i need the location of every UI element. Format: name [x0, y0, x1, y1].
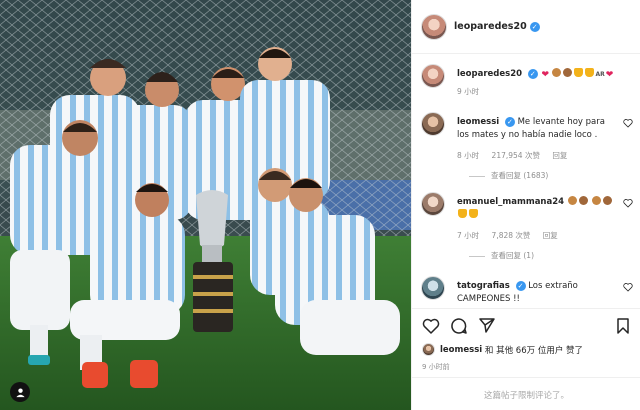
comment-username[interactable]: emanuel_mammana24 [457, 197, 564, 207]
post-header: leoparedes20 ✓ [412, 0, 640, 54]
red-heart-emoji-icon: ❤ [605, 70, 614, 80]
bookmark-icon[interactable] [614, 317, 632, 335]
send-icon[interactable] [478, 317, 496, 335]
comment-like-heart-icon[interactable] [623, 118, 633, 128]
likes-text: 和 其他 66万 位用户 赞了 [484, 345, 584, 356]
comment-item: leomessi ✓ Me levante hoy para los mates… [421, 112, 633, 187]
verified-badge-icon: ✓ [504, 116, 515, 127]
post-photo[interactable] [0, 0, 411, 410]
verified-badge-icon: ✓ [527, 68, 538, 79]
fist-emoji-icon [552, 68, 562, 77]
author-avatar[interactable] [421, 13, 447, 40]
trophy-emoji-icon [585, 68, 595, 77]
post-caption: leoparedes20 ✓ ❤ AR❤ 9 小时 [421, 64, 633, 104]
post-actions-bar: leomessi 和 其他 66万 位用户 赞了 9 小时前 这篇帖子限制评论了… [412, 308, 640, 410]
post-time: 9 小时前 [422, 363, 450, 371]
comment-icon[interactable] [450, 317, 468, 335]
caption-time: 9 小时 [457, 87, 480, 96]
fist-emoji-icon [567, 196, 577, 205]
comment-username[interactable]: leomessi [457, 117, 499, 127]
comment-likes[interactable]: 217,954 次赞 [492, 151, 540, 160]
red-heart-emoji-icon: ❤ [541, 70, 549, 80]
verified-badge-icon: ✓ [529, 21, 540, 32]
author-username[interactable]: leoparedes20 [454, 21, 527, 32]
comments-disabled-notice: 这篇帖子限制评论了。 [412, 377, 640, 410]
commenter-avatar[interactable] [421, 112, 445, 136]
comment-likes[interactable]: 7,828 次赞 [492, 231, 531, 240]
comment-time: 8 小时 [457, 151, 480, 160]
comment-item: emanuel_mammana24 7 小时 7,828 次赞 回复 查看回复 … [421, 192, 633, 267]
comment-item: tatografias ✓ Los extraño CAMPEONES !! [421, 276, 633, 308]
commenter-avatar[interactable] [421, 192, 445, 216]
post-side-panel: leoparedes20 ✓ leoparedes20 ✓ ❤ AR❤ 9 小时 … [411, 0, 640, 410]
trophy-emoji-icon [458, 209, 467, 218]
like-heart-icon[interactable] [422, 317, 440, 335]
trophy-emoji-icon [469, 209, 478, 218]
fist-emoji-icon [563, 68, 573, 77]
liker-username[interactable]: leomessi [440, 345, 482, 355]
reply-button[interactable]: 回复 [543, 231, 558, 240]
verified-badge-icon: ✓ [515, 280, 526, 291]
liker-avatar[interactable] [422, 343, 435, 356]
caption-avatar[interactable] [421, 64, 445, 88]
comment-like-heart-icon[interactable] [623, 198, 633, 208]
likes-summary[interactable]: leomessi 和 其他 66万 位用户 赞了 [422, 343, 583, 356]
trophy-emoji-icon [574, 68, 584, 77]
comment-time: 7 小时 [457, 231, 480, 240]
caption-username[interactable]: leoparedes20 [457, 69, 522, 79]
comment-username[interactable]: tatografias [457, 281, 510, 291]
fist-emoji-icon [603, 196, 613, 205]
view-replies-button[interactable]: 查看回复 (1683) [491, 170, 548, 181]
reply-button[interactable]: 回复 [552, 151, 567, 160]
comments-list: leoparedes20 ✓ ❤ AR❤ 9 小时 leomessi ✓ Me l… [412, 54, 640, 308]
view-replies-button[interactable]: 查看回复 (1) [491, 250, 534, 261]
commenter-avatar[interactable] [421, 276, 445, 300]
team-celebration-photo [0, 0, 411, 410]
user-tag-icon[interactable] [10, 382, 30, 402]
fist-emoji-icon [578, 196, 588, 205]
argentina-flag-emoji-icon: AR [595, 71, 605, 78]
comment-like-heart-icon[interactable] [623, 282, 633, 292]
fist-emoji-icon [592, 196, 602, 205]
